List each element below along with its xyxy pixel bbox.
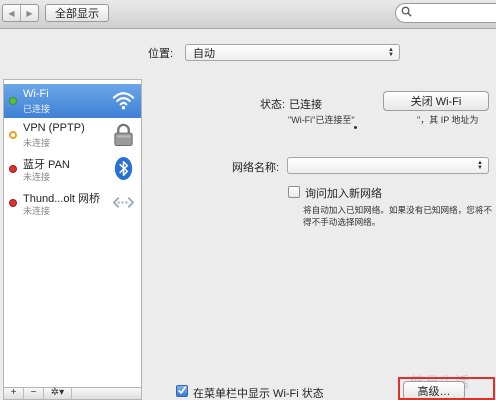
status-value: 已连接 [289,99,322,111]
location-value: 自动 [193,47,215,60]
bluetooth-icon [111,156,136,181]
status-dot-red [9,199,17,207]
add-service-button[interactable]: + [4,388,24,399]
search-icon [401,6,412,20]
service-item-vpn[interactable]: VPN (PPTP) 未连接 [4,118,141,152]
toolbar: ◀ ▶ 全部显示 [0,0,496,29]
service-list: Wi-Fi 已连接 VPN (PPTP) 未连接 蓝牙 PAN 未连接 Thun… [3,79,142,388]
forward-button[interactable]: ▶ [20,5,38,21]
ip-placeholder-dot [354,126,357,129]
status-description-ip: "，其 IP 地址为 [417,115,479,125]
highlight-box [398,377,495,400]
ask-join-checkbox[interactable] [288,186,300,198]
service-status: 未连接 [23,172,51,182]
network-name-label: 网络名称: [232,162,280,174]
ask-join-help-text: 将自动加入已知网络。如果没有已知网络，您将不得不手动选择网络。 [303,205,493,227]
nav-button-group: ◀ ▶ [2,4,39,22]
turn-off-wifi-button[interactable]: 关闭 Wi-Fi [383,91,489,111]
service-status: 未连接 [23,206,51,216]
status-dot-orange [9,131,17,139]
service-name: Wi-Fi [23,88,49,100]
gear-menu-button[interactable]: ✲▾ [44,388,72,399]
sidebar-toolbar: + − ✲▾ [3,388,142,400]
service-status: 未连接 [23,138,51,148]
service-item-wifi[interactable]: Wi-Fi 已连接 [4,84,141,118]
ask-join-label: 询问加入新网络 [305,188,382,200]
location-popup[interactable]: 自动 ▲ ▼ [185,44,400,61]
status-dot-green [9,97,17,105]
status-label: 状态: [260,99,286,111]
wifi-icon [111,88,136,113]
show-all-button[interactable]: 全部显示 [45,4,109,22]
service-item-bluetooth[interactable]: 蓝牙 PAN 未连接 [4,152,141,186]
location-label: 位置: [148,48,174,60]
service-name: VPN (PPTP) [23,122,85,134]
service-status: 已连接 [23,104,51,114]
thunderbolt-bridge-icon [111,190,136,215]
service-item-thunderbolt-bridge[interactable]: Thund...olt 网桥 未连接 [4,186,141,220]
popup-arrows-icon: ▲ ▼ [388,46,394,58]
search-field[interactable] [395,3,496,23]
network-name-popup[interactable]: ▲ ▼ [287,157,489,174]
show-in-menubar-checkbox[interactable] [176,385,188,397]
popup-arrows-icon: ▲ ▼ [477,159,483,171]
status-dot-red [9,165,17,173]
back-button[interactable]: ◀ [3,5,20,21]
status-description: "Wi-Fi"已连接至" [288,115,355,125]
lock-icon [111,122,136,147]
remove-service-button[interactable]: − [24,388,44,399]
show-in-menubar-label: 在菜单栏中显示 Wi-Fi 状态 [193,388,324,400]
checkmark-icon [177,385,187,398]
